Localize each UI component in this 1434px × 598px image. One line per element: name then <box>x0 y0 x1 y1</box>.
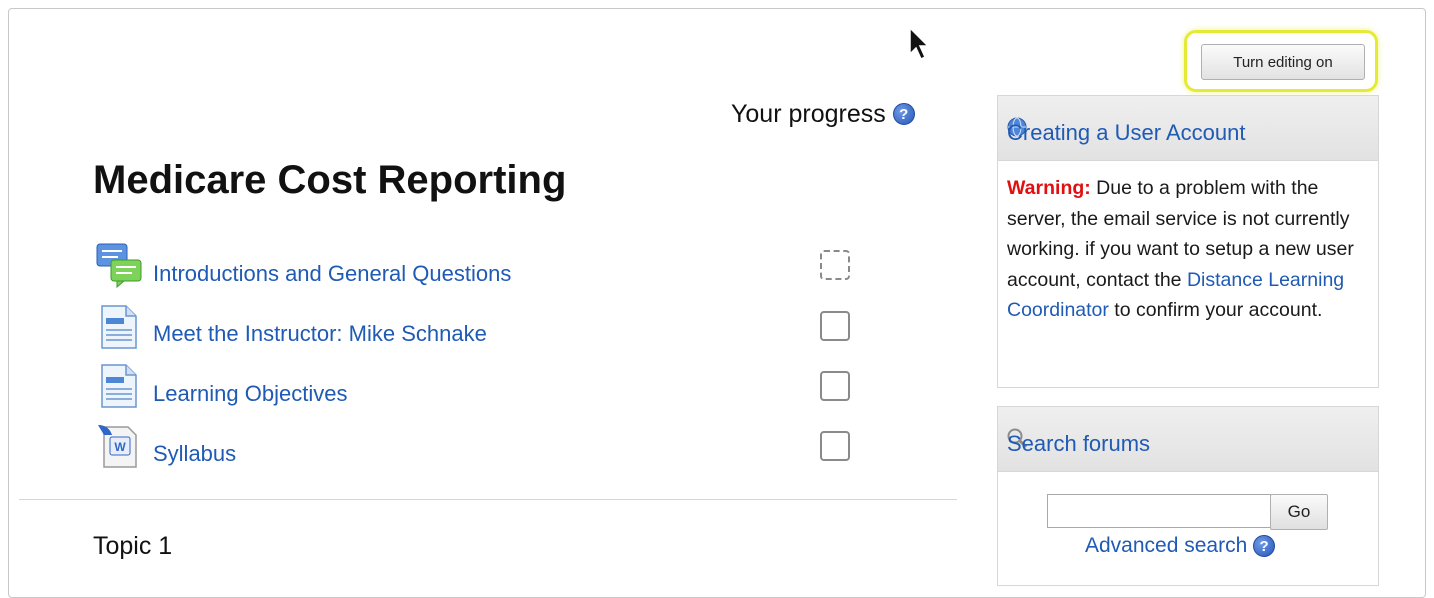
search-go-button[interactable]: Go <box>1270 494 1328 530</box>
word-document-icon: W <box>98 425 137 468</box>
completion-checkbox[interactable] <box>820 371 850 401</box>
svg-text:W: W <box>114 440 126 454</box>
your-progress-label: Your progress <box>731 100 886 128</box>
page-icon <box>101 364 137 408</box>
your-progress-heading: Your progress ? <box>731 100 915 129</box>
completion-checkbox[interactable] <box>820 431 850 461</box>
activity-link-syllabus[interactable]: Syllabus <box>153 441 236 467</box>
activity-link-meet-instructor[interactable]: Meet the Instructor: Mike Schnake <box>153 321 487 347</box>
account-info-block: Creating a User Account Warning: Due to … <box>997 95 1379 388</box>
help-icon[interactable]: ? <box>892 103 915 125</box>
help-icon[interactable]: ? <box>1253 535 1276 557</box>
forum-icon <box>96 243 142 288</box>
section-divider <box>19 499 957 500</box>
warning-message-end: to confirm your account. <box>1108 299 1323 321</box>
topic-heading: Topic 1 <box>93 532 173 560</box>
block-header: Creating a User Account <box>998 96 1378 161</box>
page-icon <box>101 305 137 349</box>
completion-checkbox[interactable] <box>820 311 850 341</box>
search-forums-input[interactable] <box>1047 494 1271 528</box>
completion-checkbox-auto <box>820 250 850 280</box>
warning-label: Warning: <box>1007 177 1091 199</box>
block-title: Creating a User Account <box>1007 120 1246 145</box>
block-title: Search forums <box>1007 431 1151 456</box>
block-header: Search forums <box>998 407 1378 472</box>
activity-link-learning-objectives[interactable]: Learning Objectives <box>153 381 347 407</box>
block-body: Warning: Due to a problem with the serve… <box>998 161 1378 334</box>
course-title: Medicare Cost Reporting <box>93 158 567 202</box>
advanced-search-link[interactable]: Advanced search <box>1085 534 1247 557</box>
mouse-cursor-icon <box>909 26 930 61</box>
activity-link-introductions[interactable]: Introductions and General Questions <box>153 261 511 287</box>
turn-editing-on-button[interactable]: Turn editing on <box>1201 44 1365 80</box>
advanced-search: Advanced search ? <box>1085 534 1276 558</box>
